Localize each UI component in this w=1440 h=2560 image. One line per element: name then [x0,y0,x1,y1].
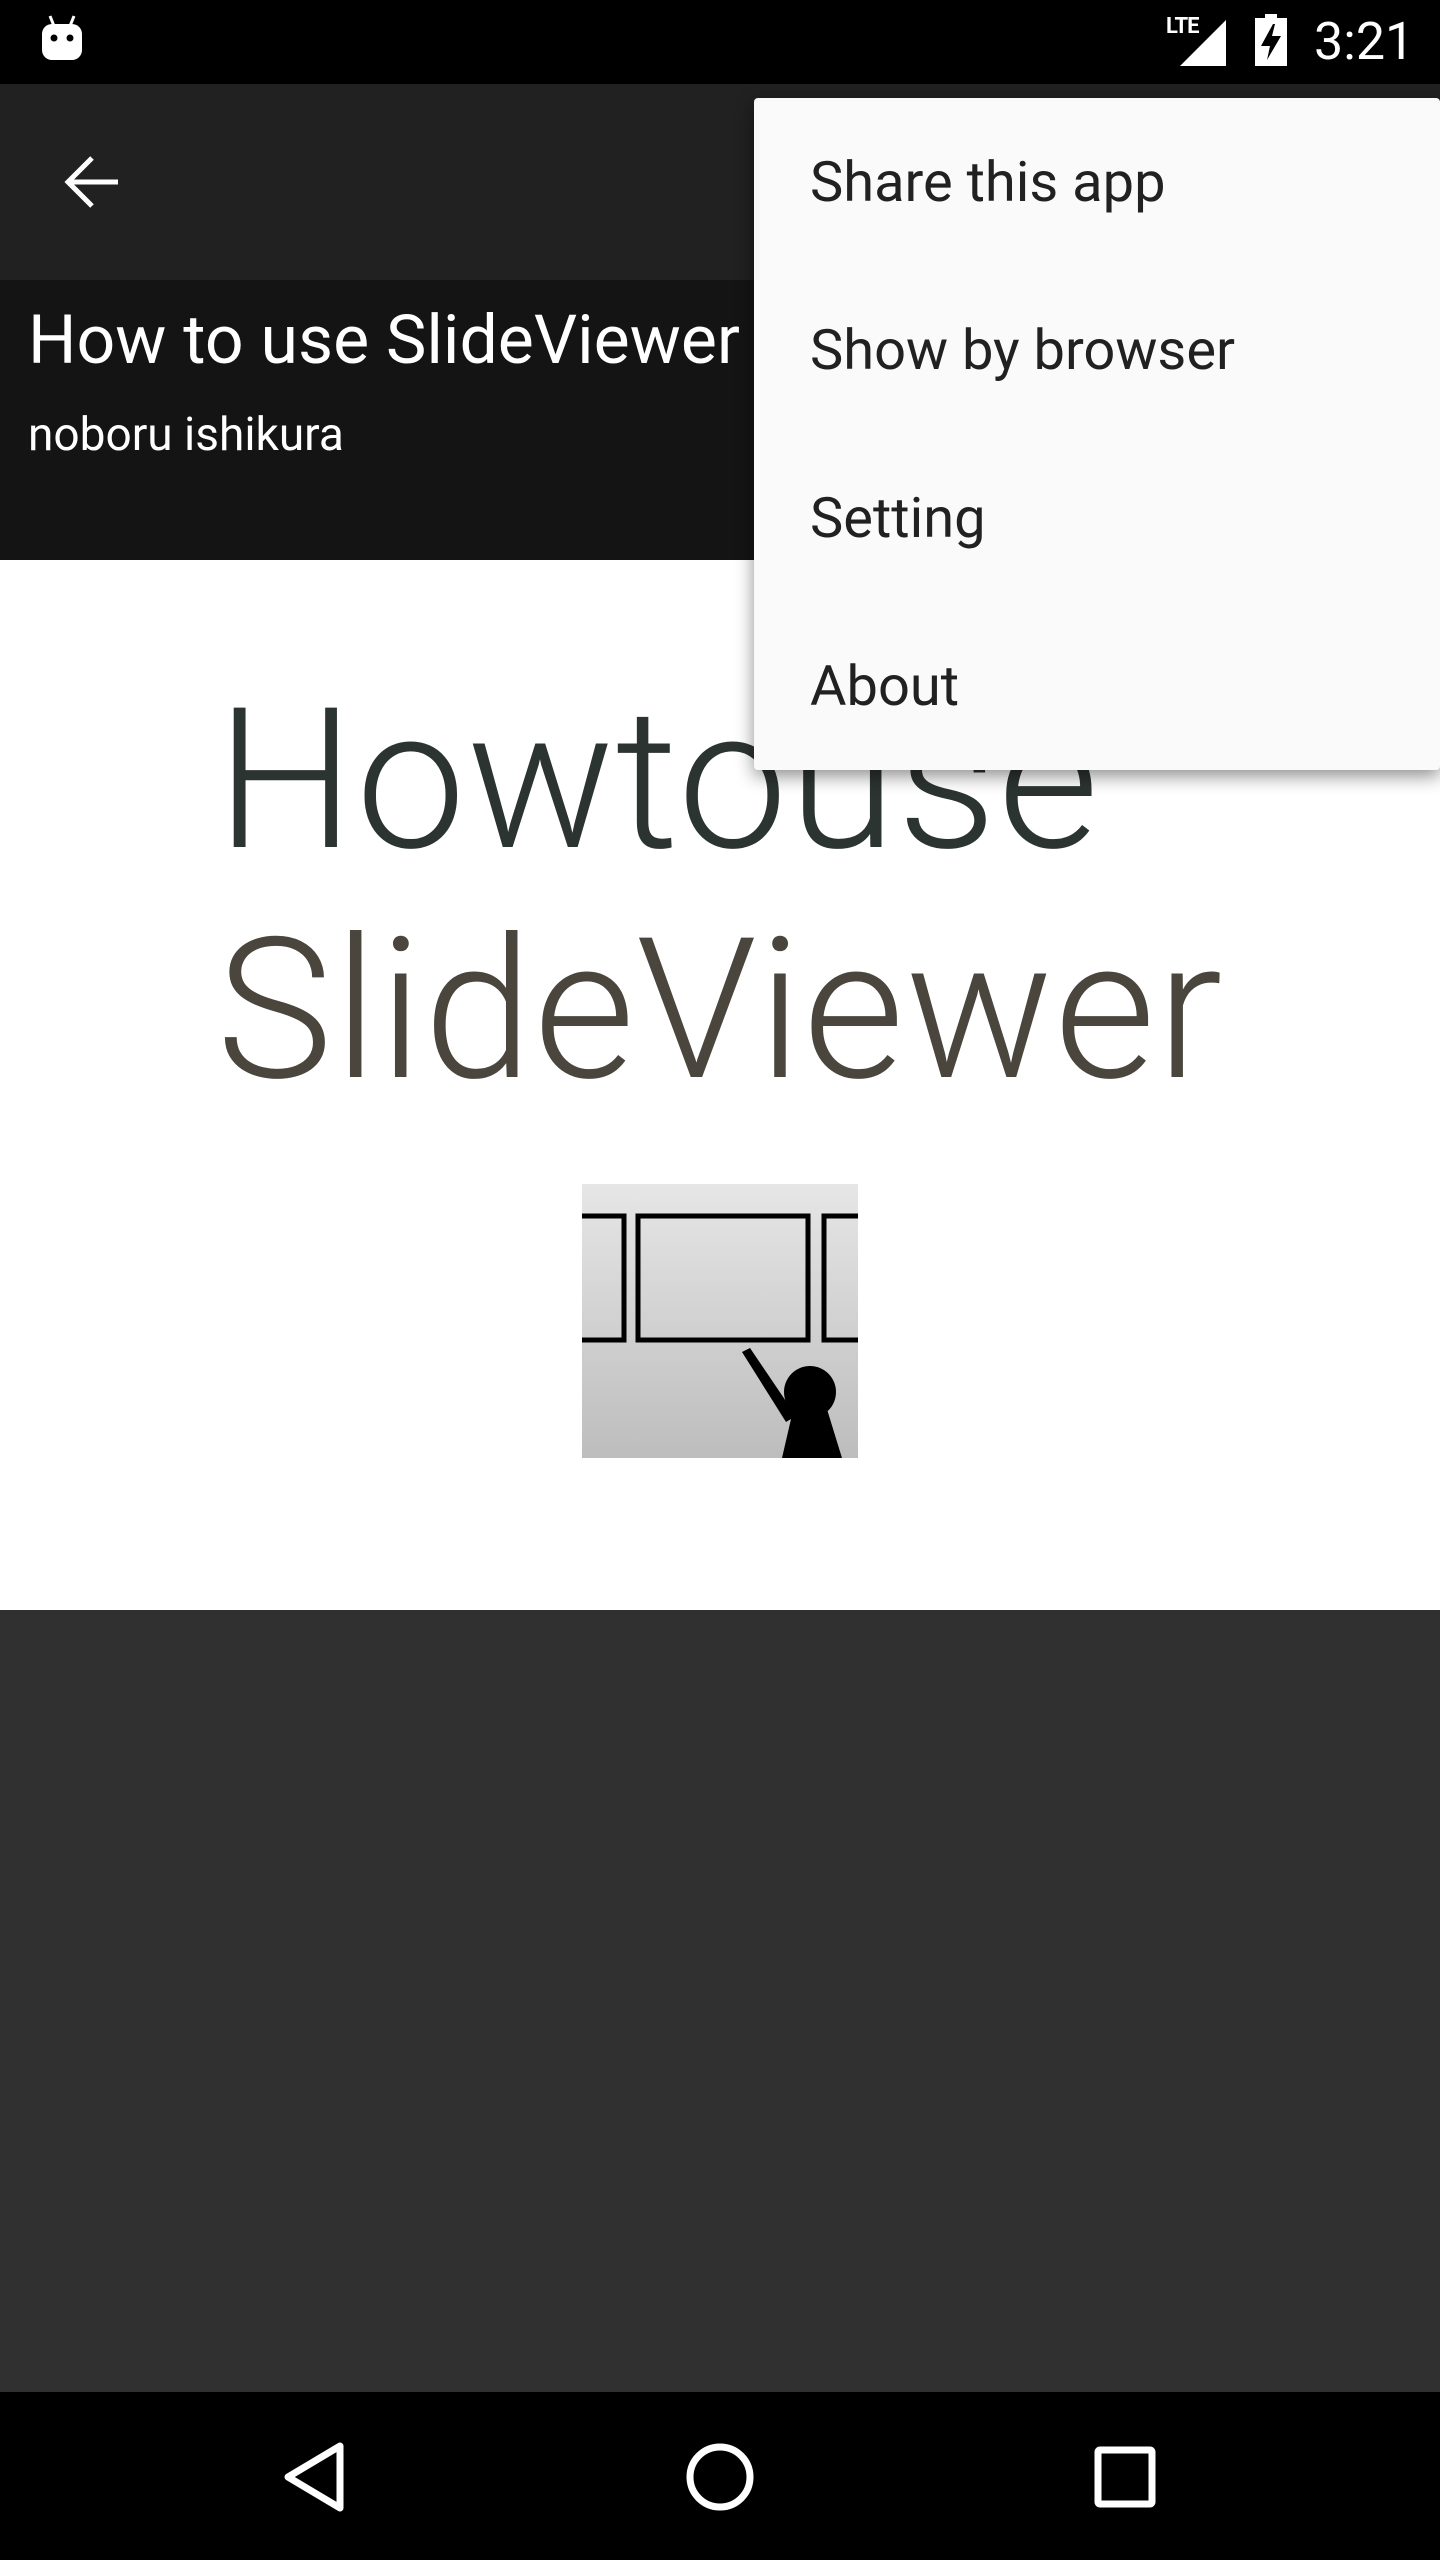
android-icon [42,15,82,60]
slideviewer-logo [582,1184,858,1458]
slide-heading-line-2: SlideViewer [216,895,1224,1125]
navigation-bar [0,2392,1440,2560]
back-arrow-icon[interactable] [60,150,124,214]
nav-back-icon[interactable] [272,2432,362,2522]
signal-icon [1180,20,1226,66]
slide-author: noboru ishikura [28,408,344,462]
menu-item-about[interactable]: About [754,602,1440,770]
menu-item-show-by-browser[interactable]: Show by browser [754,266,1440,434]
status-bar: LTE 3:21 [0,0,1440,84]
overflow-menu: Share this app Show by browser Setting A… [754,98,1440,770]
slide-title: How to use SlideViewer [28,300,740,380]
nav-home-icon[interactable] [675,2432,765,2522]
battery-charging-icon [1255,14,1287,66]
status-clock: 3:21 [1314,11,1415,72]
nav-recents-icon[interactable] [1080,2432,1170,2522]
menu-item-share-this-app[interactable]: Share this app [754,98,1440,266]
menu-item-setting[interactable]: Setting [754,434,1440,602]
content-background [0,1610,1440,2392]
